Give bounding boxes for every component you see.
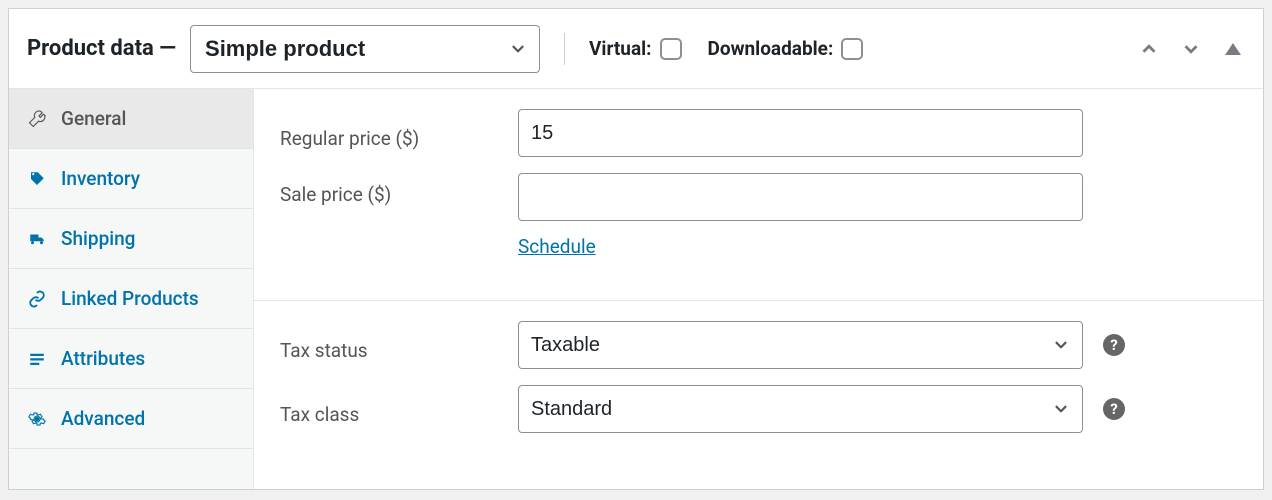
downloadable-label: Downloadable: (708, 37, 834, 60)
product-data-panel: Product data — Simple product Virtual: D… (8, 8, 1264, 490)
product-type-select[interactable]: Simple product (190, 25, 540, 73)
tab-label: Inventory (61, 167, 140, 190)
regular-price-label: Regular price ($) (280, 117, 518, 150)
help-icon[interactable]: ? (1103, 398, 1125, 420)
tab-general[interactable]: General (9, 89, 253, 149)
link-icon (27, 289, 47, 309)
truck-icon (27, 229, 47, 249)
tab-label: Attributes (61, 347, 145, 370)
divider (564, 33, 565, 65)
tax-status-select[interactable]: Taxable (518, 321, 1083, 369)
gear-icon (27, 409, 47, 429)
regular-price-input[interactable] (518, 109, 1083, 157)
sale-price-label: Sale price ($) (280, 173, 518, 206)
tax-class-select[interactable]: Standard (518, 385, 1083, 433)
move-up-button[interactable] (1137, 37, 1161, 61)
tab-advanced[interactable]: Advanced (9, 389, 253, 449)
list-icon (27, 349, 47, 369)
collapse-button[interactable] (1221, 37, 1245, 61)
help-icon[interactable]: ? (1103, 334, 1125, 356)
move-down-button[interactable] (1179, 37, 1203, 61)
tag-icon (27, 169, 47, 189)
chevron-down-icon (1180, 38, 1202, 60)
tax-status-label: Tax status (280, 329, 518, 362)
chevron-up-icon (1138, 38, 1160, 60)
tab-label: Advanced (61, 407, 145, 430)
tab-label: Shipping (61, 227, 135, 250)
tab-label: General (61, 107, 126, 130)
panel-order-controls (1137, 37, 1245, 61)
tab-shipping[interactable]: Shipping (9, 209, 253, 269)
tab-attributes[interactable]: Attributes (9, 329, 253, 389)
panel-header: Product data — Simple product Virtual: D… (9, 9, 1263, 89)
sale-price-input[interactable] (518, 173, 1083, 221)
virtual-group: Virtual: (589, 37, 681, 60)
wrench-icon (27, 109, 47, 129)
schedule-link[interactable]: Schedule (518, 235, 596, 258)
panel-title: Product data — (27, 36, 176, 61)
virtual-label: Virtual: (589, 37, 651, 60)
downloadable-group: Downloadable: (708, 37, 864, 60)
tax-class-label: Tax class (280, 393, 518, 426)
product-data-tabs: General Inventory Shipping (9, 89, 254, 489)
tab-inventory[interactable]: Inventory (9, 149, 253, 209)
triangle-up-icon (1225, 43, 1241, 55)
general-panel-content: Regular price ($) Sale price ($) Schedul… (254, 89, 1263, 489)
tab-linked-products[interactable]: Linked Products (9, 269, 253, 329)
tab-label: Linked Products (61, 287, 199, 310)
downloadable-checkbox[interactable] (841, 38, 863, 60)
virtual-checkbox[interactable] (660, 38, 682, 60)
